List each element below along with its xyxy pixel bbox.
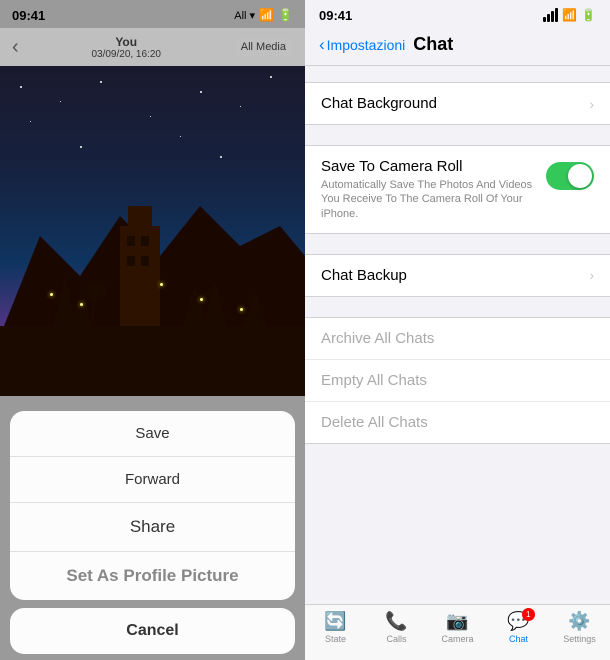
network-label: All ▾: [234, 9, 255, 22]
camera-icon: 📷: [446, 611, 468, 632]
tab-camera[interactable]: 📷 Camera: [427, 611, 488, 656]
battery-icon: 🔋: [278, 8, 293, 22]
foreground: [0, 326, 305, 396]
star: [30, 121, 31, 122]
cancel-action[interactable]: Cancel: [10, 608, 295, 654]
battery-status-icon: 🔋: [581, 8, 596, 22]
save-action[interactable]: Save: [10, 411, 295, 457]
settings-group-background: Chat Background ›: [305, 82, 610, 125]
tab-calls[interactable]: 📞 Calls: [366, 611, 427, 656]
tab-settings-label: Settings: [563, 634, 596, 644]
sender-info: You 03/09/20, 16:20: [91, 35, 161, 60]
light-dot: [80, 303, 83, 306]
star: [270, 76, 272, 78]
tab-chat[interactable]: 💬 1 Chat: [488, 611, 549, 656]
tab-camera-label: Camera: [441, 634, 473, 644]
sender-name: You: [91, 35, 161, 49]
settings-group-danger: Archive All Chats Empty All Chats Delete…: [305, 317, 610, 444]
chat-badge-wrapper: 💬 1: [507, 611, 529, 632]
star: [240, 106, 241, 107]
right-time: 09:41: [319, 8, 352, 23]
light-dot: [200, 298, 203, 301]
settings-group-backup: Chat Backup ›: [305, 254, 610, 297]
right-panel: 09:41 📶 🔋 ‹ Impostazioni Chat Chat Backg…: [305, 0, 610, 660]
save-camera-roll-text: Save To Camera Roll Automatically Save T…: [321, 158, 541, 221]
state-icon: 🔄: [324, 611, 346, 632]
tab-bar: 🔄 State 📞 Calls 📷 Camera 💬 1 Chat ⚙️ Set…: [305, 604, 610, 660]
left-panel: 09:41 All ▾ 📶 🔋 ‹ You 03/09/20, 16:20 Al…: [0, 0, 305, 660]
wifi-icon: 📶: [259, 8, 274, 22]
archive-all-chats-row[interactable]: Archive All Chats: [305, 318, 610, 360]
chevron-right-icon: ›: [589, 96, 594, 112]
tab-settings[interactable]: ⚙️ Settings: [549, 611, 610, 656]
star: [100, 81, 102, 83]
action-sheet: Save Forward Share Set As Profile Pictur…: [10, 411, 295, 660]
save-camera-roll-label: Save To Camera Roll: [321, 158, 541, 175]
left-status-icons: All ▾ 📶 🔋: [234, 8, 293, 22]
chevron-right-icon-2: ›: [589, 267, 594, 283]
light-dot: [160, 283, 163, 286]
save-camera-roll-toggle[interactable]: [546, 162, 594, 190]
star: [150, 116, 151, 117]
chat-background-label: Chat Background: [321, 95, 437, 112]
right-signal-icons: 📶 🔋: [543, 8, 596, 22]
left-time: 09:41: [12, 8, 45, 23]
back-to-settings[interactable]: ‹ Impostazioni: [319, 35, 405, 55]
star: [20, 86, 22, 88]
tab-calls-label: Calls: [386, 634, 406, 644]
left-status-bar: 09:41 All ▾ 📶 🔋: [0, 0, 305, 28]
back-arrow-icon[interactable]: ‹: [12, 36, 19, 59]
share-action[interactable]: Share: [10, 503, 295, 552]
chevron-left-icon: ‹: [319, 35, 325, 55]
wifi-signal-icon: 📶: [562, 8, 577, 22]
chat-backup-row[interactable]: Chat Backup ›: [305, 255, 610, 296]
star: [60, 101, 61, 102]
empty-all-chats-row[interactable]: Empty All Chats: [305, 360, 610, 402]
delete-all-chats-label: Delete All Chats: [321, 414, 428, 431]
settings-group-camera-roll: Save To Camera Roll Automatically Save T…: [305, 145, 610, 234]
light-dot: [240, 308, 243, 311]
tab-state-label: State: [325, 634, 346, 644]
settings-list: Chat Background › Save To Camera Roll Au…: [305, 66, 610, 604]
save-camera-roll-sublabel: Automatically Save The Photos And Videos…: [321, 178, 541, 221]
chat-backup-label: Chat Backup: [321, 267, 407, 284]
star: [200, 91, 202, 93]
star: [80, 146, 82, 148]
calls-icon: 📞: [385, 611, 407, 632]
save-camera-roll-row[interactable]: Save To Camera Roll Automatically Save T…: [305, 146, 610, 233]
sender-date: 03/09/20, 16:20: [91, 49, 161, 60]
chat-badge: 1: [522, 608, 535, 621]
photo-area: [0, 66, 305, 396]
star: [180, 136, 181, 137]
back-label[interactable]: Impostazioni: [327, 37, 406, 53]
archive-all-chats-label: Archive All Chats: [321, 330, 434, 347]
chat-background-row[interactable]: Chat Background ›: [305, 83, 610, 124]
action-sheet-main: Save Forward Share Set As Profile Pictur…: [10, 411, 295, 600]
set-profile-action[interactable]: Set As Profile Picture: [10, 552, 295, 600]
empty-all-chats-label: Empty All Chats: [321, 372, 427, 389]
left-header: ‹ You 03/09/20, 16:20 All Media: [0, 28, 305, 66]
delete-all-chats-row[interactable]: Delete All Chats: [305, 402, 610, 443]
tab-state[interactable]: 🔄 State: [305, 611, 366, 656]
forward-action[interactable]: Forward: [10, 457, 295, 503]
page-title: Chat: [413, 34, 453, 55]
all-media-button[interactable]: All Media: [234, 38, 293, 56]
toggle-knob: [568, 164, 592, 188]
signal-bars-icon: [543, 8, 558, 22]
right-header: ‹ Impostazioni Chat: [305, 28, 610, 66]
light-dot: [50, 293, 53, 296]
mountain-silhouette: [0, 176, 305, 336]
tab-chat-label: Chat: [509, 634, 528, 644]
star: [220, 156, 222, 158]
settings-gear-icon: ⚙️: [568, 611, 590, 632]
right-status-bar: 09:41 📶 🔋: [305, 0, 610, 28]
